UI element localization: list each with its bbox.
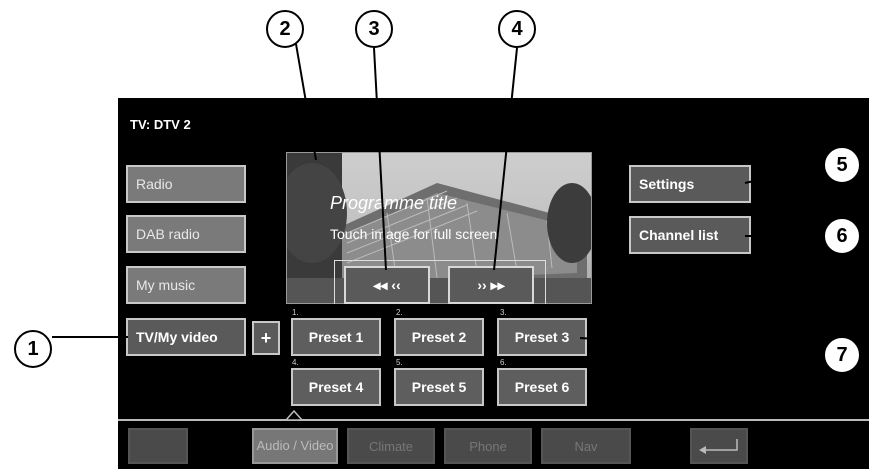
callout-4: 4: [498, 10, 536, 48]
callout-3: 3: [355, 10, 393, 48]
callout-2: 2: [266, 10, 304, 48]
callout-1: 1: [14, 330, 52, 368]
callout-5: 5: [823, 146, 861, 184]
callout-6: 6: [823, 217, 861, 255]
callout-lines: [295, 43, 824, 354]
callout-7: 7: [823, 336, 861, 374]
